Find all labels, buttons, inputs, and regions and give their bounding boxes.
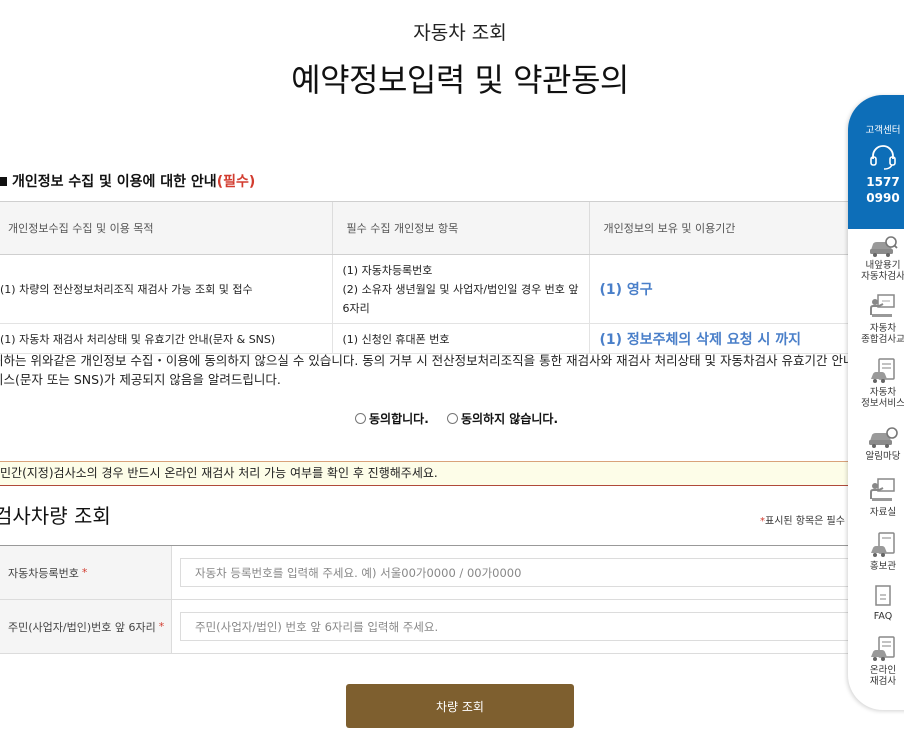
items-cell: (1) 자동차등록번호 (2) 소유자 생년월일 및 사업자/법인일 경우 번호… (331, 254, 589, 324)
warning-banner: 민간(지정)검사소의 경우 반드시 온라인 재검사 처리 가능 여부를 확인 후… (0, 461, 860, 486)
quick-menu-label: 알림마당 (865, 451, 901, 462)
page-subtitle: 자동차 조회 (413, 22, 507, 44)
form-row-registration: 자동차등록번호 * (0, 546, 860, 600)
presentation-icon (870, 294, 895, 317)
quick-menu-label: 온라인 (869, 665, 897, 676)
items-cell: (1) 신청인 휴대폰 번호 (331, 323, 589, 354)
phone-number-line: 0990 (866, 191, 900, 205)
phone-number-line: 1577 (866, 175, 900, 189)
agree-radio[interactable]: 동의합니다. (355, 410, 429, 427)
consent-notice-line: 비스(문자 또는 SNS)가 제공되지 않음을 알려드립니다. (0, 372, 281, 387)
vehicle-search-button[interactable]: 차량 조회 (346, 684, 574, 728)
form-row-id-number: 주민(사업자/법인)번호 앞 6자리 * (0, 600, 860, 654)
quick-menu-label: 정보서비스 (861, 398, 904, 409)
page-title: 예약정보입력 및 약관동의 (291, 61, 629, 99)
privacy-section-title: 개인정보 수집 및 이용에 대한 안내(필수) (0, 171, 255, 191)
consent-radio-group: 동의합니다. 동의하지 않습니다. (355, 410, 572, 427)
customer-center-title: 고객센터 (865, 125, 901, 136)
consent-notice: 귀하는 위와같은 개인정보 수집・이용에 동의하지 않으실 수 있습니다. 동의… (0, 351, 862, 389)
vehicle-search-form: 자동차등록번호* 주민(사업자/법인)번호 앞 6자리* (0, 545, 860, 654)
column-header-items: 필수 수집 개인정보 항목 (331, 201, 589, 255)
disagree-label[interactable]: 동의하지 않습니다. (461, 410, 558, 427)
consent-notice-line: 귀하는 위와같은 개인정보 수집・이용에 동의하지 않으실 수 있습니다. 동의… (0, 353, 855, 368)
headset-icon (870, 145, 896, 170)
id-number-value-cell (172, 600, 860, 653)
id-number-label: 주민(사업자/법인)번호 앞 6자리 * (0, 600, 172, 653)
page-header: 자동차 조회 예약정보입력 및 약관동의 (0, 18, 904, 101)
pr-icon (871, 532, 895, 557)
required-label: (필수) (216, 174, 256, 190)
quick-menu-item[interactable]: 자료실 (848, 477, 904, 531)
customer-center[interactable]: 고객센터 1577 0990 (848, 95, 904, 229)
info-car-icon (871, 358, 895, 383)
id-number-label-text: 주민(사업자/법인)번호 앞 6자리 (8, 620, 156, 634)
quick-menu-label: 재검사 (869, 676, 897, 687)
registration-label-text: 자동차등록번호 (8, 566, 79, 580)
car-bell-icon (869, 427, 898, 448)
faq-icon (875, 585, 891, 606)
quick-menu-label: 홍보관 (869, 561, 897, 572)
table-row: (1) 차량의 전산정보처리조직 재검사 가능 조회 및 접수 (1) 자동차등… (0, 254, 854, 324)
column-header-purpose: 개인정보수집 수집 및 이용 목적 (0, 201, 332, 255)
privacy-title-text: 개인정보 수집 및 이용에 대한 안내 (12, 174, 217, 190)
online-recheck-icon (871, 636, 895, 661)
id-number-input[interactable] (180, 612, 860, 641)
required-note-text: 표시된 항목은 필수 (765, 516, 845, 527)
item-line: 6자리 (342, 301, 370, 315)
period-cell: (1) 정보주체의 삭제 요청 시 까지 (588, 323, 854, 354)
period-cell: (1) 영구 (588, 254, 854, 324)
quick-menu-label: 종합검사교 (861, 334, 904, 345)
disagree-radio[interactable]: 동의하지 않습니다. (446, 410, 558, 427)
purpose-cell: (1) 자동차 재검사 처리상태 및 유효기간 안내(문자 & SNS) (0, 323, 332, 354)
quick-menu-item[interactable]: 알림마당 (848, 425, 904, 477)
required-note: *표시된 항목은 필수 (760, 512, 845, 527)
quick-menu-item[interactable]: 홍보관 (848, 531, 904, 583)
quick-menu-label: FAQ (873, 611, 893, 622)
purpose-cell: (1) 차량의 전산정보처리조직 재검사 가능 조회 및 접수 (0, 254, 332, 324)
radio-circle-icon[interactable] (355, 413, 366, 424)
quick-menu-list: 내앞용기 자동차검사 자동차 종합검사교 자동차 정보서비스 알림마당 자료실 … (848, 229, 904, 699)
quick-menu-label: 내앞용기 (865, 260, 901, 271)
item-line: (1) 자동차등록번호 (342, 263, 433, 277)
required-mark: * (158, 620, 165, 633)
quick-menu-label: 자동차 (869, 387, 897, 398)
bullet-square-icon (0, 177, 7, 186)
quick-menu-item[interactable]: 자동차 정보서비스 (848, 357, 904, 425)
table-row: (1) 자동차 재검사 처리상태 및 유효기간 안내(문자 & SNS) (1)… (0, 323, 854, 354)
required-mark: * (81, 566, 88, 579)
search-section-title: 검사차량 조회 (0, 504, 111, 528)
quick-menu-panel: 고객센터 1577 0990 내앞용기 자동차검사 자동차 종합검사교 자동차 … (848, 95, 904, 710)
column-header-period: 개인정보의 보유 및 이용기간 (588, 201, 854, 255)
quick-menu-item[interactable]: 내앞용기 자동차검사 (848, 231, 904, 293)
item-line: (2) 소유자 생년월일 및 사업자/법인일 경우 번호 앞 (342, 282, 579, 296)
archive-icon (870, 478, 895, 501)
registration-number-input[interactable] (180, 558, 860, 587)
agree-label[interactable]: 동의합니다. (369, 410, 429, 427)
radio-circle-icon[interactable] (446, 413, 458, 424)
quick-menu-item[interactable]: 온라인 재검사 (848, 635, 904, 699)
privacy-table: 개인정보수집 수집 및 이용 목적 필수 수집 개인정보 항목 개인정보의 보유… (0, 201, 854, 354)
quick-menu-item[interactable]: FAQ (848, 583, 904, 635)
quick-menu-label: 자료실 (869, 507, 897, 518)
registration-label: 자동차등록번호 * (0, 546, 172, 599)
quick-menu-label: 자동차 (869, 323, 897, 334)
car-search-icon (870, 236, 898, 257)
quick-menu-label: 자동차검사 (861, 271, 904, 282)
quick-menu-item[interactable]: 자동차 종합검사교 (848, 293, 904, 357)
registration-value-cell (172, 546, 860, 599)
